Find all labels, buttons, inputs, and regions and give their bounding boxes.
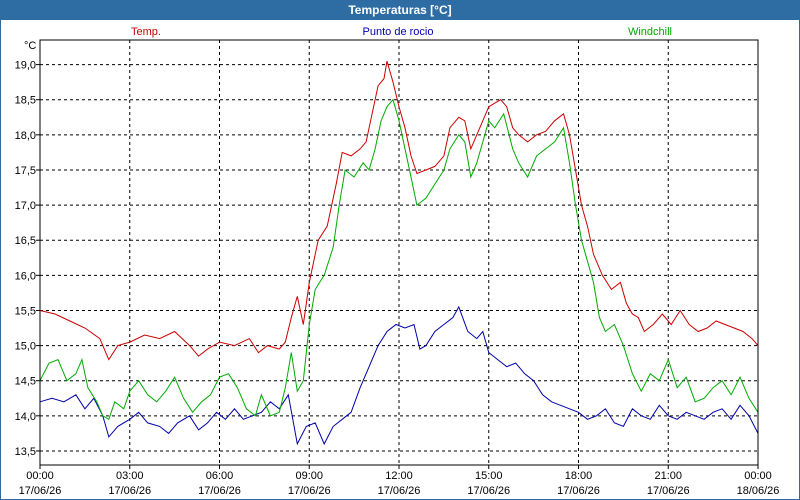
y-tick-label: 18,5: [15, 95, 36, 107]
y-tick-label: 15,0: [15, 341, 36, 353]
y-axis-unit: °C: [24, 40, 36, 52]
x-tick-date: 17/06/26: [19, 485, 62, 497]
x-tick-time: 00:00: [744, 470, 772, 482]
y-tick-label: 19,0: [15, 60, 36, 72]
x-tick-date: 17/06/26: [647, 485, 690, 497]
x-tick-time: 12:00: [385, 470, 413, 482]
y-tick-label: 18,0: [15, 130, 36, 142]
x-tick-time: 06:00: [206, 470, 234, 482]
x-tick-date: 17/06/26: [557, 485, 600, 497]
x-tick-time: 03:00: [116, 470, 144, 482]
x-tick-date: 17/06/26: [378, 485, 421, 497]
legend-entry-1: Punto de rocio: [363, 26, 434, 38]
x-tick-date: 17/06/26: [288, 485, 331, 497]
legend-entry-2: Windchill: [628, 26, 672, 38]
x-tick-time: 09:00: [295, 470, 323, 482]
y-tick-label: 14,0: [15, 411, 36, 423]
y-tick-label: 14,5: [15, 376, 36, 388]
x-tick-date: 17/06/26: [198, 485, 241, 497]
x-tick-date: 18/06/26: [737, 485, 780, 497]
y-tick-label: 17,5: [15, 165, 36, 177]
temperature-chart: 13,5 14,0 14,5 15,0 15,5 16,0 16,5 17,0 17,5 18,0…: [15, 26, 780, 497]
x-tick-time: 00:00: [26, 470, 54, 482]
y-tick-label: 16,0: [15, 270, 36, 282]
legend-entry-0: Temp.: [131, 26, 161, 38]
x-tick-time: 21:00: [654, 470, 682, 482]
x-tick-time: 18:00: [565, 470, 593, 482]
y-tick-label: 16,5: [15, 235, 36, 247]
x-tick-time: 15:00: [475, 470, 503, 482]
y-tick-label: 17,0: [15, 200, 36, 212]
x-tick-date: 17/06/26: [467, 485, 510, 497]
y-tick-label: 15,5: [15, 305, 36, 317]
x-tick-date: 17/06/26: [108, 485, 151, 497]
y-tick-label: 13,5: [15, 446, 36, 458]
